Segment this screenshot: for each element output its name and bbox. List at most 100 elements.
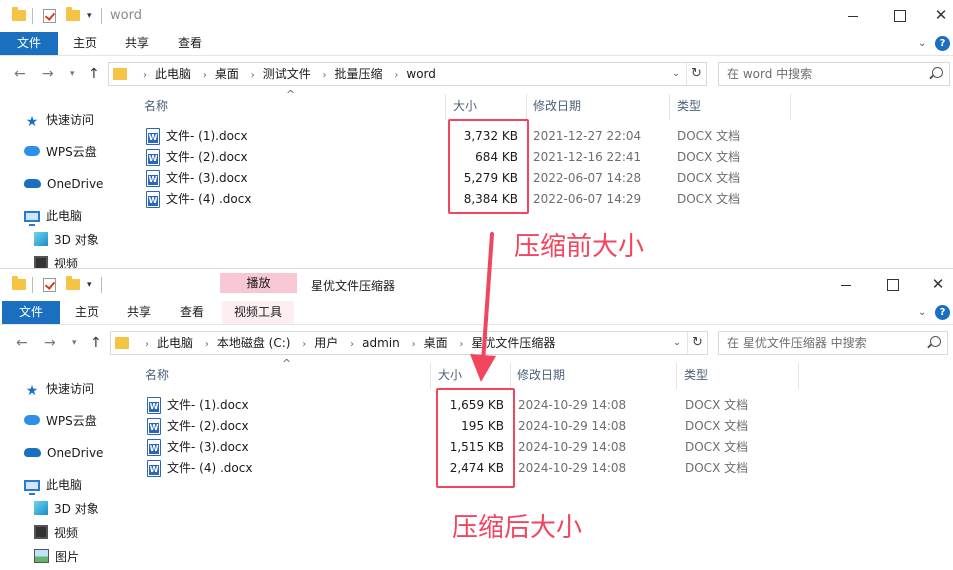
nav-wps-cloud[interactable]: WPS云盘 (24, 411, 97, 431)
search-input[interactable]: 在 星优文件压缩器 中搜索 (718, 331, 948, 355)
file-date: 2021-12-16 22:41 (533, 150, 642, 164)
nav-this-pc[interactable]: 此电脑 (24, 475, 82, 495)
back-arrow-icon[interactable]: ← (14, 66, 26, 82)
nav-3d-objects[interactable]: 3D 对象 (34, 230, 99, 250)
breadcrumb-item[interactable]: 测试文件 (263, 67, 311, 81)
chevron-down-icon[interactable]: ⌄ (918, 307, 926, 318)
file-name: 文件- (2).docx (166, 150, 248, 164)
column-divider[interactable] (526, 94, 527, 120)
context-tab-play[interactable]: 播放 (220, 273, 297, 293)
address-bar[interactable]: › 此电脑 › 桌面 › 测试文件 › 批量压缩 › word ⌄ ↻ (108, 62, 707, 86)
column-header-name[interactable]: 名称 (145, 363, 169, 387)
nav-quick-access[interactable]: ★ 快速访问 (24, 110, 94, 130)
tab-home[interactable]: 主页 (72, 301, 102, 324)
nav-onedrive[interactable]: OneDrive (24, 174, 103, 194)
help-icon[interactable]: ? (935, 305, 950, 320)
tab-file[interactable]: 文件 (0, 32, 58, 55)
breadcrumb-item[interactable]: word (406, 67, 436, 81)
column-header-date[interactable]: 修改日期 (533, 94, 581, 118)
column-header-type[interactable]: 类型 (684, 363, 708, 387)
breadcrumb-item[interactable]: 用户 (314, 336, 338, 350)
column-header-size[interactable]: 大小 (438, 363, 462, 387)
close-button[interactable]: ✕ (915, 269, 953, 301)
breadcrumb-item[interactable]: 此电脑 (157, 336, 193, 350)
nav-videos[interactable]: 视频 (34, 523, 78, 543)
column-header-size[interactable]: 大小 (453, 94, 477, 118)
column-header-name[interactable]: 名称 (144, 94, 168, 118)
column-divider[interactable] (510, 363, 511, 389)
search-input[interactable]: 在 word 中搜索 (718, 62, 950, 86)
column-divider[interactable] (669, 94, 670, 120)
tab-view[interactable]: 查看 (177, 301, 207, 324)
nav-3d-objects[interactable]: 3D 对象 (34, 499, 99, 519)
quick-access-dropdown-icon[interactable]: ▾ (87, 9, 92, 27)
column-divider[interactable] (798, 363, 799, 389)
new-folder-icon[interactable] (66, 7, 80, 21)
quick-access-dropdown-icon[interactable]: ▾ (87, 278, 92, 296)
address-dropdown-icon[interactable]: ⌄ (669, 332, 685, 354)
help-icon[interactable]: ? (935, 36, 950, 51)
file-date: 2022-06-07 14:29 (533, 192, 642, 206)
minimize-button[interactable] (830, 0, 876, 32)
back-arrow-icon[interactable]: ← (16, 335, 28, 351)
word-doc-icon (146, 191, 160, 208)
column-divider[interactable] (430, 363, 431, 389)
breadcrumb-item[interactable]: 此电脑 (155, 67, 191, 81)
tab-view[interactable]: 查看 (175, 32, 205, 55)
column-divider[interactable] (790, 94, 791, 120)
explorer-window-word: ▾ word ✕ 文件 主页 共享 查看 ⌄ ? ← → ▾ ↑ › 此电脑 › 桌… (0, 0, 953, 268)
breadcrumb-item[interactable]: 本地磁盘 (C:) (217, 336, 291, 350)
nav-wps-cloud[interactable]: WPS云盘 (24, 142, 97, 162)
nav-videos[interactable]: 视频 (34, 254, 78, 268)
tab-home[interactable]: 主页 (70, 32, 100, 55)
properties-check-icon[interactable] (43, 278, 56, 292)
computer-icon (24, 480, 40, 495)
breadcrumb-item[interactable]: 桌面 (215, 67, 239, 81)
new-folder-icon[interactable] (66, 276, 80, 290)
recent-dropdown-icon[interactable]: ▾ (72, 338, 77, 348)
recent-dropdown-icon[interactable]: ▾ (70, 69, 75, 79)
tab-share[interactable]: 共享 (124, 301, 154, 324)
forward-arrow-icon[interactable]: → (42, 66, 54, 82)
address-dropdown-icon[interactable]: ⌄ (668, 63, 684, 85)
nav-quick-access[interactable]: ★ 快速访问 (24, 379, 94, 399)
word-doc-icon (147, 439, 161, 456)
folder-icon (12, 276, 26, 290)
tab-file[interactable]: 文件 (2, 301, 60, 324)
file-name: 文件- (1).docx (167, 398, 249, 412)
maximize-button[interactable] (869, 269, 915, 301)
address-row: ← → ▾ ↑ › 此电脑 › 桌面 › 测试文件 › 批量压缩 › word ⌄ ↻ 在… (0, 58, 953, 92)
column-divider[interactable] (445, 94, 446, 120)
maximize-button[interactable] (876, 0, 922, 32)
word-doc-icon (147, 397, 161, 414)
address-bar[interactable]: › 此电脑 › 本地磁盘 (C:) › 用户 › admin › 桌面 › 星优文件压缩器 … (110, 331, 708, 355)
column-divider[interactable] (676, 363, 677, 389)
tab-share[interactable]: 共享 (122, 32, 152, 55)
minimize-button[interactable] (823, 269, 869, 301)
column-header-date[interactable]: 修改日期 (517, 363, 565, 387)
file-name: 文件- (4) .docx (167, 461, 253, 475)
folder-icon (12, 7, 26, 21)
close-button[interactable]: ✕ (918, 0, 953, 32)
nav-pictures[interactable]: 图片 (34, 547, 79, 567)
properties-check-icon[interactable] (43, 9, 56, 23)
up-arrow-icon[interactable]: ↑ (90, 335, 102, 351)
breadcrumb-item[interactable]: 批量压缩 (335, 67, 383, 81)
forward-arrow-icon[interactable]: → (44, 335, 56, 351)
file-name: 文件- (3).docx (167, 440, 249, 454)
up-arrow-icon[interactable]: ↑ (88, 66, 100, 82)
file-type: DOCX 文档 (685, 440, 749, 454)
search-icon[interactable] (930, 336, 941, 347)
refresh-icon[interactable]: ↻ (686, 63, 706, 85)
nav-this-pc[interactable]: 此电脑 (24, 206, 82, 226)
file-type: DOCX 文档 (677, 150, 741, 164)
chevron-down-icon[interactable]: ⌄ (918, 38, 926, 49)
column-header-type[interactable]: 类型 (677, 94, 701, 118)
tab-video-tools[interactable]: 视频工具 (222, 301, 294, 324)
breadcrumb-item[interactable]: 桌面 (424, 336, 448, 350)
breadcrumb-item[interactable]: admin (362, 336, 400, 350)
search-icon[interactable] (932, 67, 943, 78)
computer-icon (24, 211, 40, 226)
nav-onedrive[interactable]: OneDrive (24, 443, 103, 463)
refresh-icon[interactable]: ↻ (687, 332, 707, 354)
